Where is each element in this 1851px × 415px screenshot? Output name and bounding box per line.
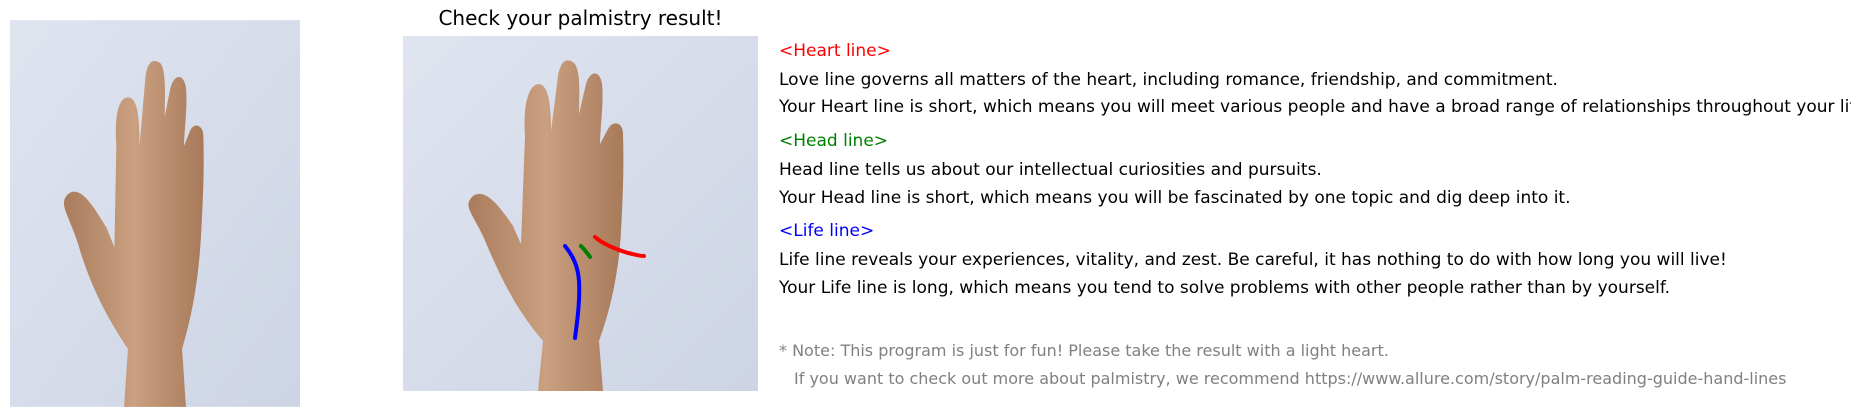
head-line-header: <Head line> <box>779 131 889 151</box>
original-hand-photo <box>10 20 300 407</box>
fun-note: * Note: This program is just for fun! Pl… <box>779 341 1389 360</box>
head-line-description: Head line tells us about our intellectua… <box>779 160 1322 180</box>
life-line-result: Your Life line is long, which means you … <box>779 278 1671 298</box>
life-line-description: Life line reveals your experiences, vita… <box>779 250 1727 270</box>
heart-line-description: Love line governs all matters of the hea… <box>779 70 1558 90</box>
palmistry-link-note: If you want to check out more about palm… <box>794 369 1787 388</box>
heart-line-result: Your Heart line is short, which means yo… <box>779 97 1851 117</box>
result-hand-photo <box>403 36 758 391</box>
head-line-result: Your Head line is short, which means you… <box>779 188 1571 208</box>
heart-line-header: <Heart line> <box>779 41 891 61</box>
result-title: Check your palmistry result! <box>438 6 723 30</box>
life-line-header: <Life line> <box>779 221 875 241</box>
